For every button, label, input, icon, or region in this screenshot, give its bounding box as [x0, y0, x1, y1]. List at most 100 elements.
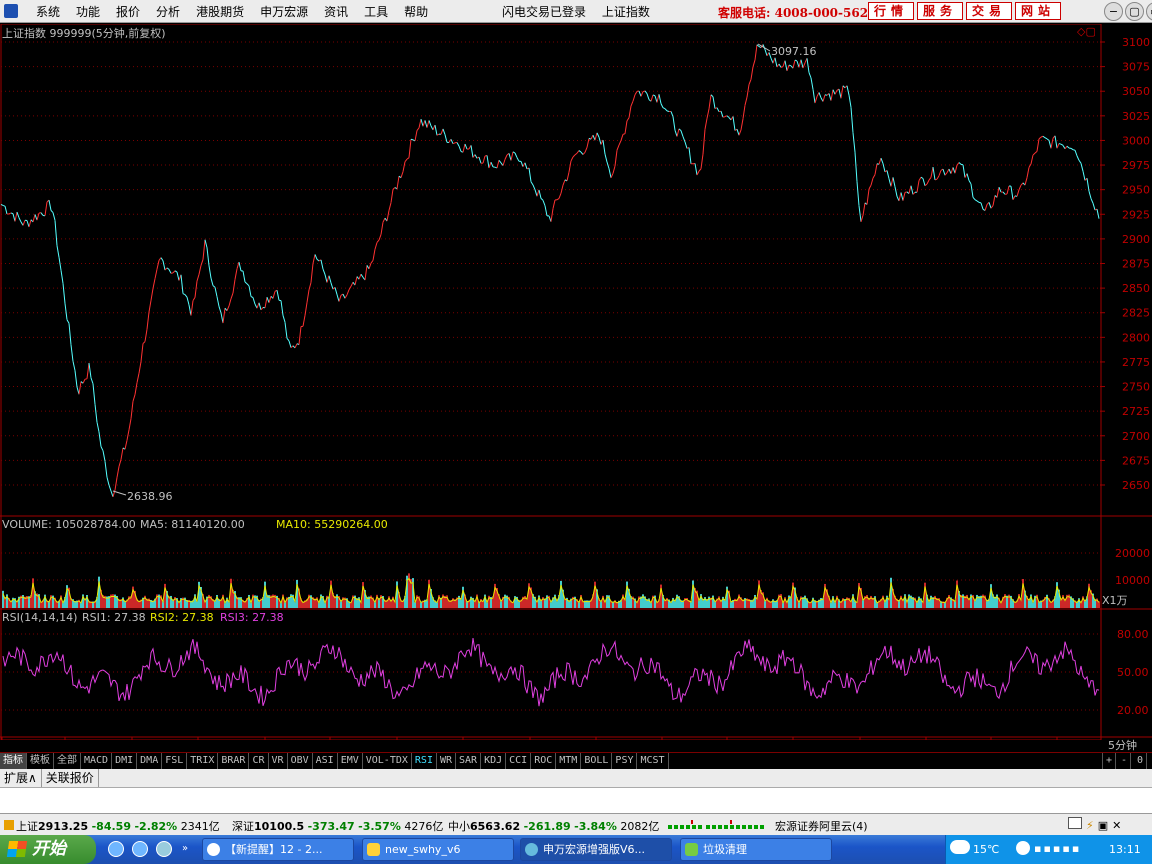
- price-segment: [166, 267, 170, 270]
- tab-website[interactable]: 网站: [1015, 2, 1062, 20]
- price-segment: [1072, 149, 1076, 151]
- indicator-roc[interactable]: ROC: [531, 753, 557, 769]
- menu-item-quote[interactable]: 报价: [108, 3, 148, 20]
- price-segment: [326, 275, 330, 283]
- price-segment: [96, 422, 100, 432]
- broker-server[interactable]: 宏源证券阿里云(4): [775, 818, 868, 834]
- clock-time[interactable]: 13:11: [1109, 843, 1141, 856]
- price-segment: [392, 187, 396, 190]
- zx-index-status[interactable]: 中小6563.62 -261.89 -3.84% 2082亿: [448, 818, 659, 834]
- price-segment: [434, 124, 438, 136]
- tab-expand[interactable]: 扩展∧: [0, 769, 42, 787]
- indicator-add-button[interactable]: +: [1102, 753, 1117, 769]
- indicator-obv[interactable]: OBV: [288, 753, 313, 769]
- price-tick-label: 2875: [1122, 258, 1150, 271]
- tab-quotes[interactable]: 行情: [868, 2, 915, 20]
- price-segment: [808, 72, 812, 79]
- menu-item-system[interactable]: 系统: [28, 3, 68, 20]
- indicator-boll[interactable]: BOLL: [581, 753, 613, 769]
- window-icon[interactable]: [1068, 817, 1082, 829]
- indicator-mcst[interactable]: MCST: [637, 753, 669, 769]
- indicator-vr[interactable]: VR: [269, 753, 288, 769]
- quicklaunch-more-icon[interactable]: »: [182, 843, 188, 854]
- price-segment: [810, 77, 814, 90]
- indicator-dma[interactable]: DMA: [137, 753, 163, 769]
- price-segment: [570, 156, 574, 162]
- tab-related-quotes[interactable]: 关联报价: [42, 769, 99, 787]
- indicator-reset-button[interactable]: 0: [1134, 753, 1148, 769]
- weather-cloud-icon[interactable]: [950, 840, 970, 854]
- period-label[interactable]: 5分钟: [1108, 737, 1137, 753]
- price-segment: [276, 290, 280, 301]
- price-segment: [380, 222, 384, 235]
- indicator-tab-indicator[interactable]: 指标: [0, 753, 27, 769]
- price-segment: [1086, 178, 1090, 192]
- outlook-icon[interactable]: [156, 841, 172, 857]
- price-segment: [100, 446, 104, 451]
- ie-icon[interactable]: [108, 841, 124, 857]
- price-segment: [638, 90, 642, 97]
- tray-arrow-icon[interactable]: [1016, 841, 1030, 855]
- price-segment: [130, 401, 134, 419]
- weather-temperature[interactable]: 15℃: [973, 843, 999, 856]
- kline-chart[interactable]: 3100 3075 3050 3025 3000 2975 2950 2925 2900 2875…: [0, 23, 1152, 753]
- tray-app-icons[interactable]: ▪▪▪▪▪: [1034, 842, 1081, 855]
- indicator-cci[interactable]: CCI: [506, 753, 532, 769]
- indicator-rsi[interactable]: RSI: [412, 753, 437, 769]
- minimize-icon[interactable]: −: [1104, 2, 1123, 21]
- indicator-tab-template[interactable]: 模板: [27, 753, 54, 769]
- menu-item-hk-futures[interactable]: 港股期货: [188, 3, 252, 20]
- tab-service[interactable]: 服务: [917, 2, 964, 20]
- price-segment: [558, 193, 562, 199]
- menu-item-function[interactable]: 功能: [68, 3, 108, 20]
- task-cleanup[interactable]: 垃圾清理: [680, 838, 832, 861]
- sh-index-status[interactable]: 上证2913.25 -84.59 -2.82% 2341亿: [4, 818, 220, 834]
- indicator-mtm[interactable]: MTM: [556, 753, 582, 769]
- close-small-icon[interactable]: ✕: [1112, 819, 1121, 832]
- indicator-remove-button[interactable]: -: [1118, 753, 1132, 769]
- price-segment: [194, 281, 198, 298]
- indicator-tab-all[interactable]: 全部: [54, 753, 81, 769]
- indicator-wr[interactable]: WR: [437, 753, 457, 769]
- maximize-icon[interactable]: ▭: [1146, 2, 1152, 21]
- status-tool-icons[interactable]: ⚡ ▣ ✕: [1068, 817, 1121, 832]
- indicator-sar[interactable]: SAR: [456, 753, 482, 769]
- antenna-icon[interactable]: ⚡: [1086, 819, 1094, 832]
- indicator-vol-tdx[interactable]: VOL-TDX: [363, 753, 412, 769]
- menu-item-news[interactable]: 资讯: [316, 3, 356, 20]
- restore-icon[interactable]: ▢: [1125, 2, 1144, 21]
- menu-item-help[interactable]: 帮助: [396, 3, 436, 20]
- indicator-kdj[interactable]: KDJ: [481, 753, 507, 769]
- task-folder[interactable]: new_swhy_v6: [362, 838, 514, 861]
- indicator-brar[interactable]: BRAR: [218, 753, 250, 769]
- price-tick-label: 2800: [1122, 331, 1150, 344]
- chart-panel[interactable]: 3100 3075 3050 3025 3000 2975 2950 2925 2900 2875…: [0, 23, 1152, 753]
- price-segment: [942, 168, 946, 176]
- price-segment: [308, 282, 312, 290]
- indicator-macd[interactable]: MACD: [81, 753, 113, 769]
- menu-item-analysis[interactable]: 分析: [148, 3, 188, 20]
- indicator-emv[interactable]: EMV: [338, 753, 363, 769]
- task-reminder[interactable]: 【新提醒】12 - 2...: [202, 838, 354, 861]
- menu-item-tools[interactable]: 工具: [356, 3, 396, 20]
- indicator-fsl[interactable]: FSL: [162, 753, 188, 769]
- lock-icon[interactable]: ▣: [1098, 819, 1108, 832]
- chart-options-icon[interactable]: ◇▢: [1077, 25, 1096, 38]
- indicator-dmi[interactable]: DMI: [112, 753, 138, 769]
- start-button[interactable]: 开始: [0, 835, 96, 864]
- price-segment: [738, 129, 742, 136]
- tab-trade[interactable]: 交易: [966, 2, 1013, 20]
- price-segment: [848, 95, 852, 108]
- indicator-asi[interactable]: ASI: [313, 753, 338, 769]
- sz-index-status[interactable]: 深证10100.5 -373.47 -3.57% 4276亿: [232, 818, 443, 834]
- indicator-cr[interactable]: CR: [249, 753, 269, 769]
- ie2-icon[interactable]: [132, 841, 148, 857]
- price-segment: [680, 130, 684, 137]
- menu-item-swhy[interactable]: 申万宏源: [252, 3, 316, 20]
- price-segment: [78, 381, 82, 395]
- indicator-trix[interactable]: TRIX: [187, 753, 219, 769]
- indicator-psy[interactable]: PSY: [612, 753, 638, 769]
- task-swhy-app[interactable]: 申万宏源增强版V6...: [520, 838, 672, 861]
- price-segment: [306, 289, 310, 303]
- flash-trade-status: 闪电交易已登录: [502, 5, 587, 19]
